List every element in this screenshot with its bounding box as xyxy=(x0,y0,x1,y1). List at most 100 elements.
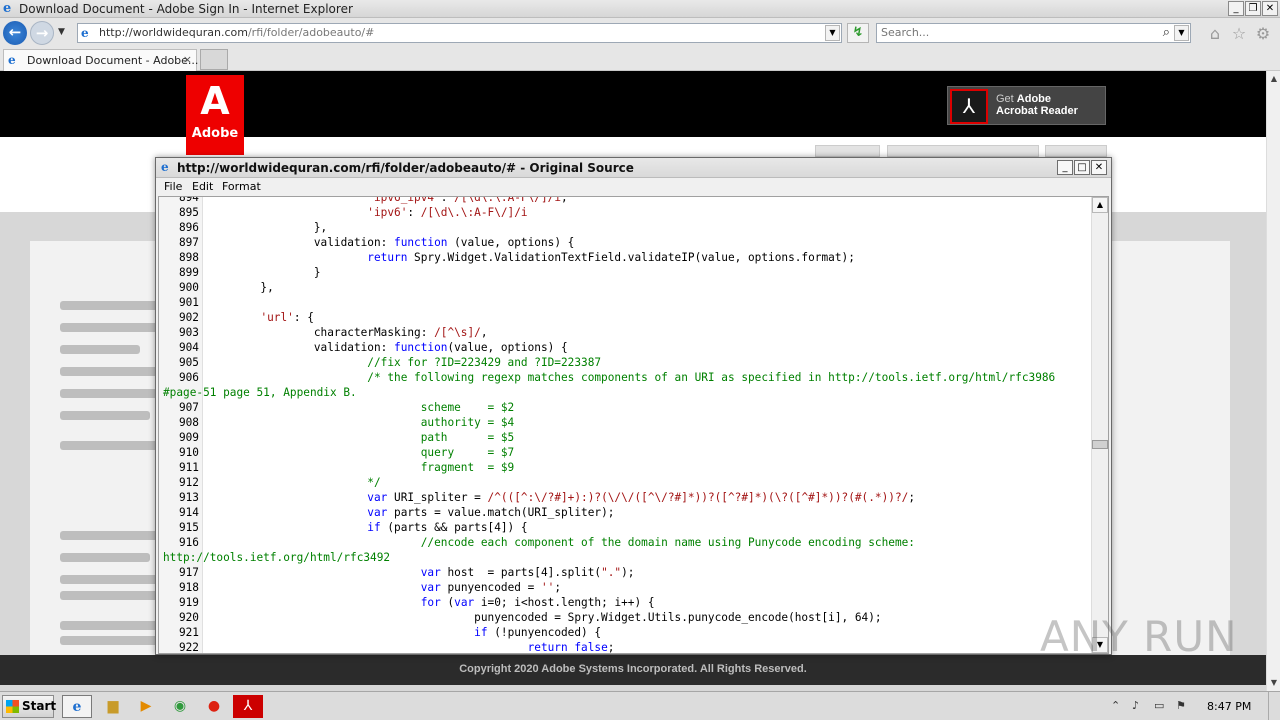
search-icon[interactable]: ⌕ xyxy=(1163,25,1170,40)
tray-network-icon[interactable]: ▭ xyxy=(1154,699,1164,712)
taskbar-internet-explorer-icon[interactable]: e xyxy=(62,695,92,718)
tab-label: Download Document - Adobe... xyxy=(27,54,199,67)
line-number: 900 xyxy=(178,281,199,294)
taskbar: Start e ▆ ▶ ◉ ● ⅄ ⌃ ♪ ▭ ⚑ 8:47 PM xyxy=(0,691,1280,720)
tray-volume-icon[interactable]: ♪ xyxy=(1132,699,1139,712)
code-line: 920 punyencoded = Spry.Widget.Utils.puny… xyxy=(159,610,1091,625)
line-number: 912 xyxy=(178,476,199,489)
back-button[interactable]: ← xyxy=(3,21,27,45)
source-scroll-up-icon[interactable]: ▲ xyxy=(1092,197,1108,213)
line-number: 909 xyxy=(178,431,199,444)
code-text: 'ipv6': /[\d\.\:A-F\/]/i xyxy=(367,206,528,219)
code-line: 896 }, xyxy=(159,220,1091,235)
line-number: 902 xyxy=(178,311,199,324)
taskbar-clock[interactable]: 8:47 PM xyxy=(1207,700,1251,713)
browser-title-bar: e Download Document - Adobe Sign In - In… xyxy=(0,0,1280,18)
close-button[interactable]: ✕ xyxy=(1262,1,1278,16)
history-dropdown-icon[interactable]: ▼ xyxy=(58,27,65,37)
tray-action-center-flag-icon[interactable]: ⚑ xyxy=(1176,699,1186,712)
tray-expand-icon[interactable]: ⌃ xyxy=(1111,699,1120,712)
code-line: 906 /* the following regexp matches comp… xyxy=(159,370,1091,385)
code-text: if (!punyencoded) { xyxy=(474,626,602,639)
search-box[interactable]: ⌕ ▼ xyxy=(876,23,1191,43)
start-button[interactable]: Start xyxy=(2,695,56,718)
home-icon[interactable]: ⌂ xyxy=(1206,25,1224,43)
search-input[interactable] xyxy=(881,26,1151,39)
code-text: var punyencoded = ''; xyxy=(420,581,562,594)
line-number: 915 xyxy=(178,521,199,534)
code-text: 'ipv6_ipv4': /[\d\.\:A-F\/]/i, xyxy=(367,196,568,204)
show-desktop-button[interactable] xyxy=(1268,692,1280,720)
page-nav-tab[interactable] xyxy=(1045,145,1107,157)
line-number: 910 xyxy=(178,446,199,459)
scroll-up-icon[interactable]: ▲ xyxy=(1267,71,1280,87)
minimize-button[interactable]: _ xyxy=(1228,1,1244,16)
line-number: 919 xyxy=(178,596,199,609)
menu-format[interactable]: Format xyxy=(222,180,261,193)
address-bar[interactable]: e http://worldwidequran.com/rfi/folder/a… xyxy=(77,23,842,43)
code-line: 914 var parts = value.match(URI_spliter)… xyxy=(159,505,1091,520)
code-text: #page-51 page 51, Appendix B. xyxy=(163,386,357,399)
code-text: query = $7 xyxy=(420,446,515,459)
line-number: 918 xyxy=(178,581,199,594)
restore-button[interactable]: ❐ xyxy=(1245,1,1261,16)
settings-gear-icon[interactable]: ⚙ xyxy=(1254,25,1272,43)
reader-badge-get: Get xyxy=(996,93,1014,105)
code-text: if (parts && parts[4]) { xyxy=(367,521,528,534)
line-number: 916 xyxy=(178,536,199,549)
code-text: //fix for ?ID=223429 and ?ID=223387 xyxy=(367,356,602,369)
new-tab-button[interactable] xyxy=(200,49,228,70)
code-text: */ xyxy=(367,476,381,489)
tab-close-icon[interactable]: × xyxy=(183,53,192,66)
source-window-icon: e xyxy=(161,160,169,174)
forward-button[interactable]: → xyxy=(30,21,54,45)
code-text: var host = parts[4].split("."); xyxy=(420,566,635,579)
tab-download-document[interactable]: e Download Document - Adobe... × xyxy=(3,49,199,71)
menu-edit[interactable]: Edit xyxy=(192,180,213,193)
source-window-title: http://worldwidequran.com/rfi/folder/ado… xyxy=(177,161,634,175)
source-window-title-bar[interactable]: e http://worldwidequran.com/rfi/folder/a… xyxy=(156,158,1111,178)
source-close-button[interactable]: ✕ xyxy=(1091,160,1107,175)
address-url[interactable]: http://worldwidequran.com/rfi/folder/ado… xyxy=(99,26,374,39)
source-code-view[interactable]: 894 'ipv6_ipv4': /[\d\.\:A-F\/]/i, 895 'i… xyxy=(158,196,1109,654)
taskbar-media-player-icon[interactable]: ▶ xyxy=(131,695,161,718)
page-nav-tab[interactable] xyxy=(887,145,1039,157)
code-text: path = $5 xyxy=(420,431,515,444)
taskbar-explorer-folder-icon[interactable]: ▆ xyxy=(98,695,128,718)
page-nav-tab[interactable] xyxy=(815,145,880,157)
taskbar-security-icon[interactable]: ● xyxy=(199,695,229,718)
tab-strip: e Download Document - Adobe... × xyxy=(0,48,1280,71)
address-dropdown-icon[interactable]: ▼ xyxy=(825,25,840,41)
navigation-bar: ← → ▼ e http://worldwidequran.com/rfi/fo… xyxy=(0,18,1280,48)
search-dropdown-icon[interactable]: ▼ xyxy=(1174,25,1189,41)
line-number: 908 xyxy=(178,416,199,429)
code-line: 904 validation: function(value, options)… xyxy=(159,340,1091,355)
code-text: /* the following regexp matches componen… xyxy=(367,371,1056,384)
blurred-text xyxy=(60,345,140,354)
taskbar-chrome-icon[interactable]: ◉ xyxy=(165,695,195,718)
blurred-text xyxy=(60,575,160,584)
adobe-logo-word: Adobe xyxy=(191,126,239,141)
source-maximize-button[interactable]: □ xyxy=(1074,160,1090,175)
line-number: 906 xyxy=(178,371,199,384)
source-minimize-button[interactable]: _ xyxy=(1057,160,1073,175)
taskbar-acrobat-icon[interactable]: ⅄ xyxy=(233,695,263,718)
code-line: 922 return false; xyxy=(159,640,1091,653)
internet-explorer-icon: e xyxy=(3,1,12,16)
line-number: 897 xyxy=(178,236,199,249)
source-scrollbar[interactable]: ▲ ▼ xyxy=(1091,197,1108,653)
windows-logo-icon xyxy=(6,700,19,713)
code-line: 911 fragment = $9 xyxy=(159,460,1091,475)
source-scroll-thumb[interactable] xyxy=(1092,440,1108,449)
anyrun-watermark: ANY RUN xyxy=(1040,612,1238,661)
compatibility-refresh-button[interactable]: ↯ xyxy=(847,23,869,43)
code-line: 897 validation: function (value, options… xyxy=(159,235,1091,250)
code-line: 898 return Spry.Widget.ValidationTextFie… xyxy=(159,250,1091,265)
menu-file[interactable]: File xyxy=(164,180,182,193)
favorites-star-icon[interactable]: ☆ xyxy=(1230,25,1248,43)
scroll-down-icon[interactable]: ▼ xyxy=(1267,675,1280,691)
copyright-text: Copyright 2020 Adobe Systems Incorporate… xyxy=(459,663,807,675)
get-acrobat-reader-badge[interactable]: ⅄ Get Adobe Acrobat Reader xyxy=(947,86,1106,125)
source-code: 894 'ipv6_ipv4': /[\d\.\:A-F\/]/i, 895 'i… xyxy=(159,196,1091,653)
page-scrollbar[interactable]: ▲ ▼ xyxy=(1266,71,1280,691)
